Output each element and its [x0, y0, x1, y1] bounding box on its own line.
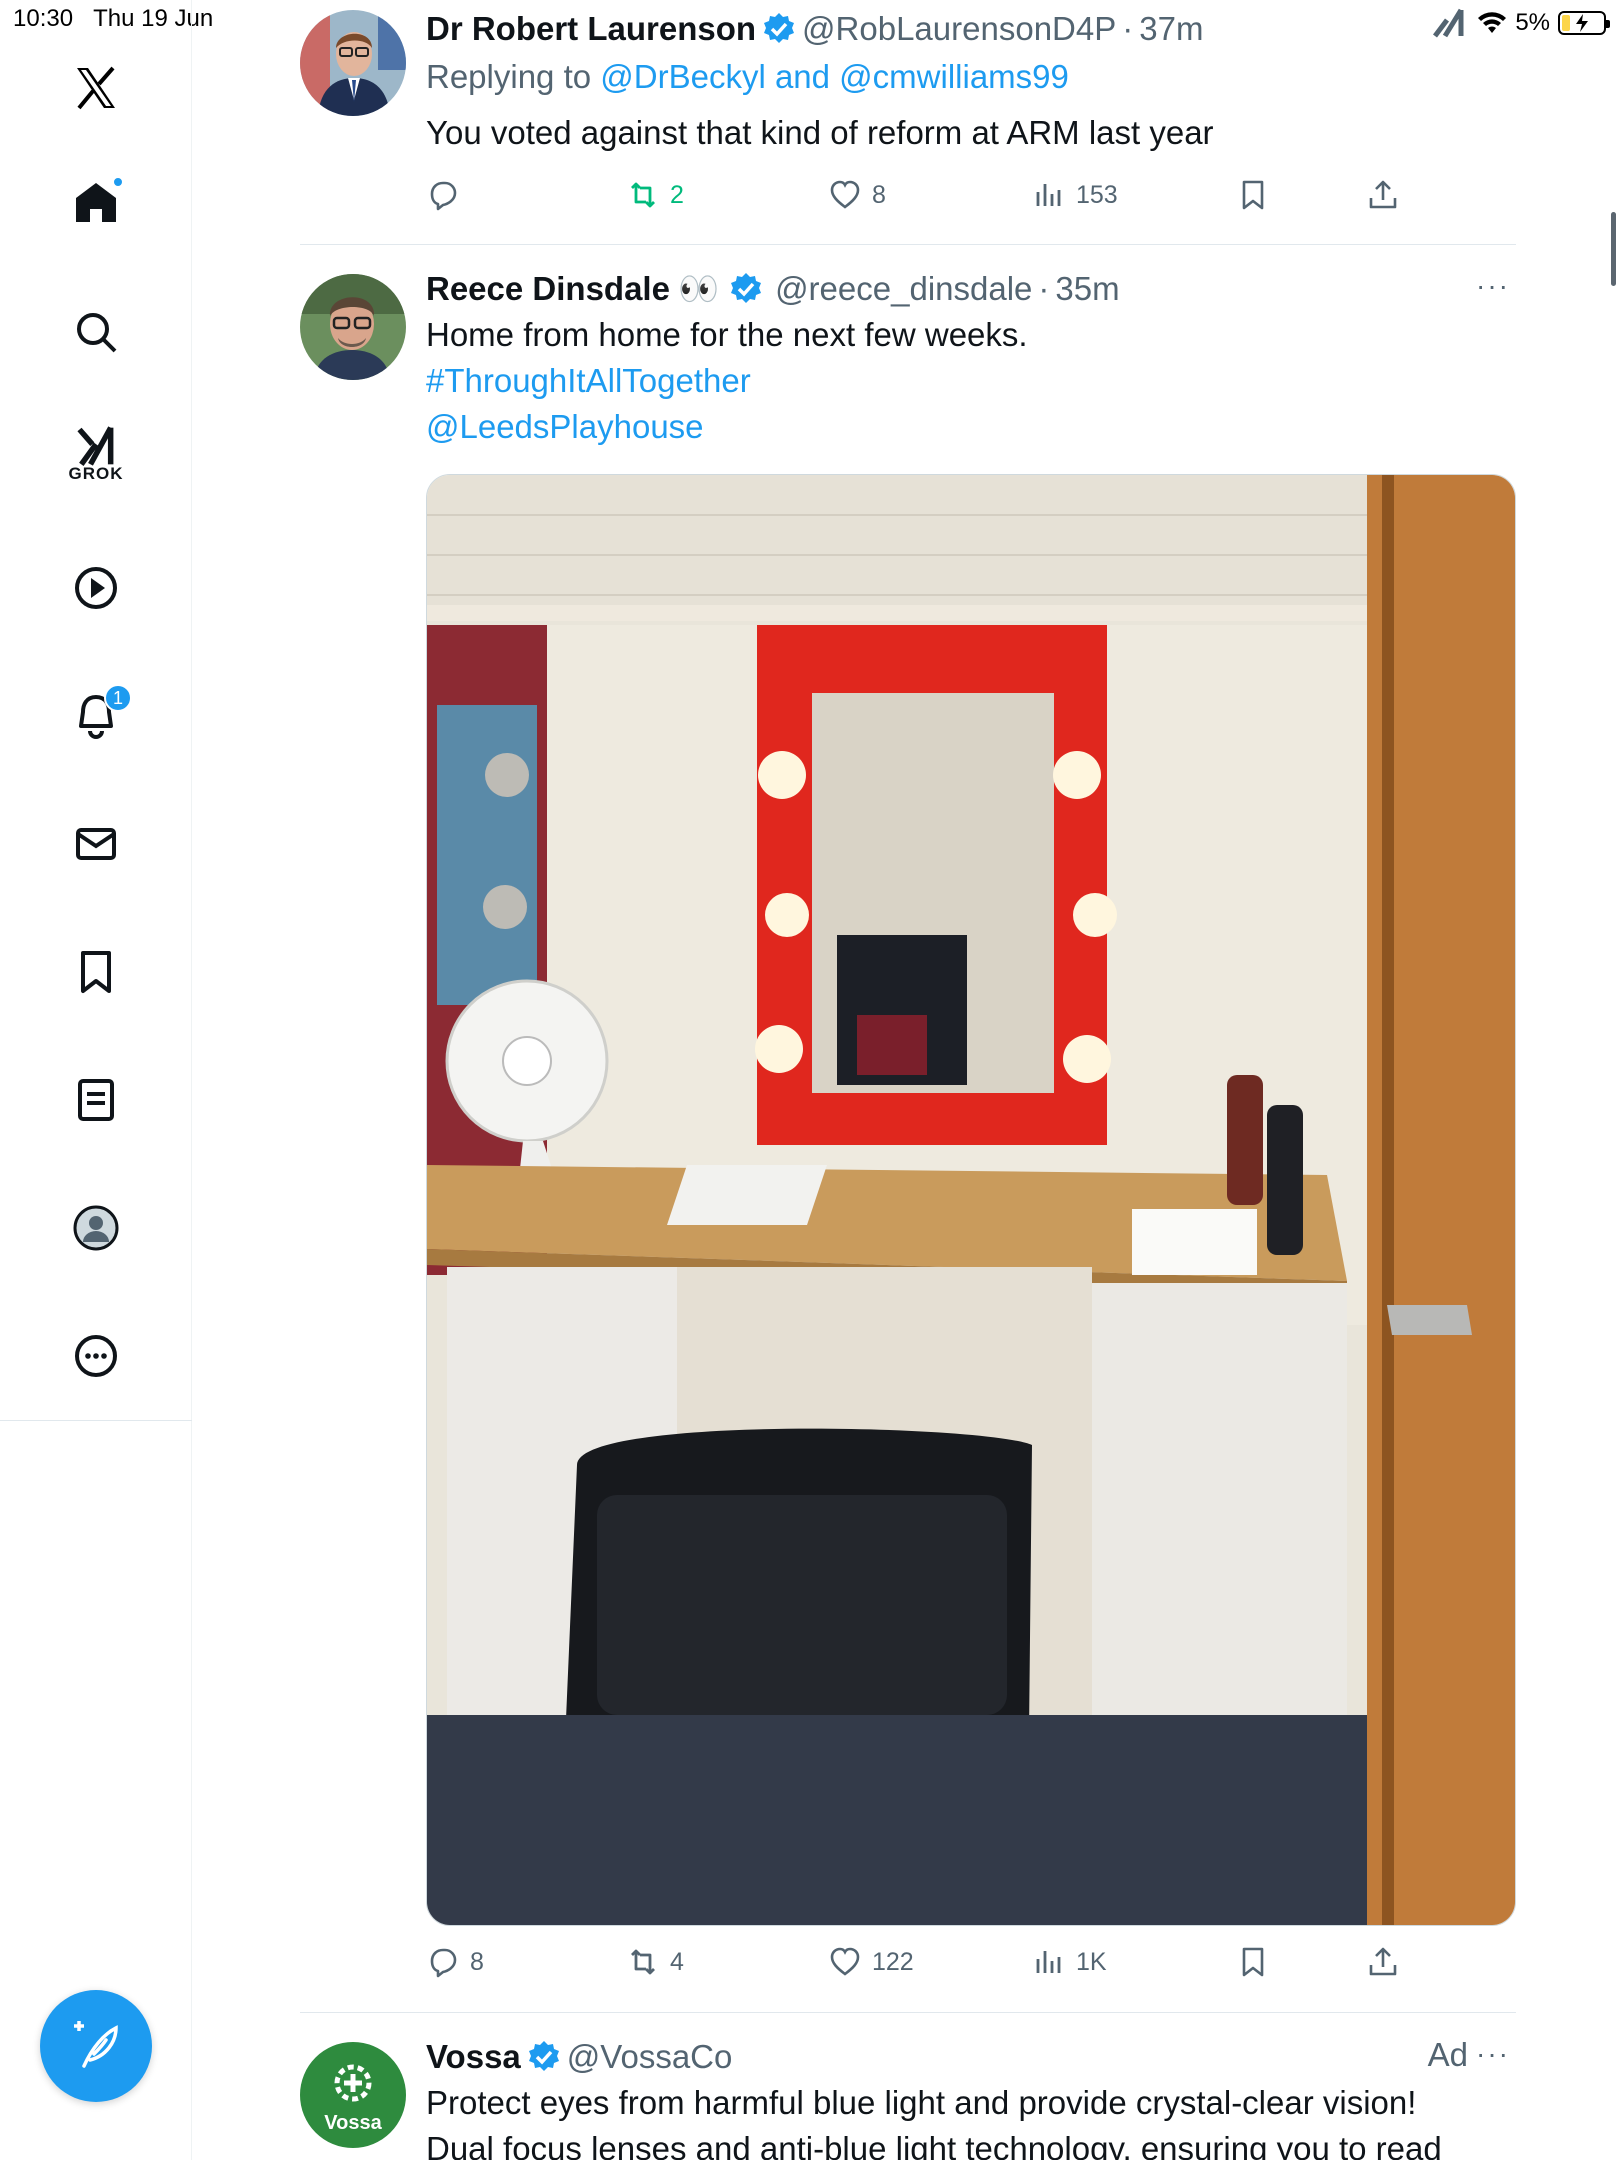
bookmark-button[interactable] [1236, 178, 1270, 212]
tweet-time[interactable]: 35m [1055, 268, 1119, 310]
x-logo[interactable] [56, 48, 136, 128]
reply-count: 8 [470, 1947, 484, 1976]
vossa-logo-icon [334, 2064, 372, 2101]
nav-bookmarks[interactable] [56, 932, 136, 1012]
author-handle[interactable]: @RobLaurensonD4P [802, 8, 1116, 50]
name-emoji: 👀 [677, 270, 720, 307]
verified-badge-icon [731, 273, 762, 303]
author-name[interactable]: Dr Robert Laurenson [426, 8, 756, 50]
share-button[interactable] [1366, 178, 1400, 212]
sidebar-nav: GROK 1 [0, 0, 192, 2160]
ad-label: Ad [1427, 2036, 1468, 2073]
tweet-text: You voted against that kind of reform at… [426, 114, 1214, 151]
author-handle[interactable]: @reece_dinsdale [775, 268, 1032, 310]
avatar[interactable] [300, 10, 406, 116]
bookmark-icon [1242, 180, 1264, 210]
nav-home[interactable] [56, 162, 136, 242]
like-button[interactable]: 8 [828, 178, 886, 212]
tweet-time[interactable]: 37m [1139, 8, 1203, 50]
nav-videos[interactable] [56, 548, 136, 628]
share-icon [1369, 180, 1397, 209]
home-unread-dot [112, 176, 124, 188]
grok-icon [77, 426, 114, 466]
nav-grok[interactable]: GROK [56, 414, 136, 494]
grok-label: GROK [68, 464, 124, 483]
reply-icon [430, 1948, 457, 1978]
mention-link[interactable]: @LeedsPlayhouse [426, 404, 1516, 450]
views-button[interactable]: 153 [1032, 178, 1118, 212]
like-count: 122 [872, 1947, 914, 1976]
nav-more[interactable] [56, 1316, 136, 1396]
views-icon [1036, 184, 1061, 206]
bookmark-icon [1242, 1947, 1264, 1977]
hashtag-link[interactable]: #ThroughItAllTogether [426, 358, 1516, 404]
author-handle[interactable]: @VossaCo [567, 2036, 733, 2078]
replying-to-handles[interactable]: @DrBeckyl and @cmwilliams99 [600, 58, 1069, 95]
bookmark-icon [81, 951, 111, 993]
retweet-button[interactable]: 4 [626, 1945, 684, 1979]
reply-button[interactable] [426, 178, 460, 212]
vossa-logo-text: Vossa [324, 2111, 382, 2134]
tweet-text-line-2: Dual focus lenses and anti-blue light te… [426, 2130, 1442, 2160]
compose-feather-icon [74, 2021, 118, 2068]
nav-notifications[interactable]: 1 [56, 676, 136, 756]
share-icon [1369, 1947, 1397, 1976]
profile-icon [73, 1205, 119, 1251]
more-options-button[interactable]: ··· [1476, 2038, 1510, 2070]
tweet-divider [300, 244, 1516, 245]
author-name[interactable]: Vossa [426, 2036, 521, 2078]
retweet-count: 4 [670, 1947, 684, 1976]
more-options-button[interactable]: ··· [1476, 270, 1510, 302]
views-icon [1036, 1951, 1061, 1973]
tweet-text: Home from home for the next few weeks. [426, 316, 1028, 353]
play-circle-icon [75, 567, 117, 609]
retweet-icon [631, 1949, 655, 1975]
like-button[interactable]: 122 [828, 1945, 914, 1979]
tweet-text-line-1: Protect eyes from harmful blue light and… [426, 2084, 1417, 2121]
views-button[interactable]: 1K [1032, 1945, 1107, 1979]
retweet-count: 2 [670, 180, 684, 209]
battery-percent: 5% [1515, 9, 1550, 36]
notifications-badge: 1 [104, 684, 132, 712]
bookmark-button[interactable] [1236, 1945, 1270, 1979]
compose-button[interactable] [40, 1990, 152, 2102]
heart-icon [830, 180, 860, 209]
tweet-actions: 2 8 153 [426, 170, 1516, 220]
nav-lists[interactable] [56, 1060, 136, 1140]
views-count: 153 [1076, 180, 1118, 209]
share-button[interactable] [1366, 1945, 1400, 1979]
avatar[interactable]: Vossa [300, 2042, 406, 2148]
scrollbar[interactable] [1611, 212, 1616, 286]
tweet-actions: 8 4 122 1K [426, 1937, 1516, 1987]
heart-icon [830, 1947, 860, 1976]
retweet-icon [631, 182, 655, 208]
x-logo-icon [77, 66, 115, 110]
like-count: 8 [872, 180, 886, 209]
reply-icon [430, 181, 457, 211]
avatar[interactable] [300, 274, 406, 380]
list-icon [78, 1079, 114, 1121]
mail-icon [76, 828, 116, 860]
retweet-button[interactable]: 2 [626, 178, 684, 212]
verified-badge-icon [764, 13, 795, 43]
verified-badge-icon [528, 2041, 559, 2071]
nav-search[interactable] [56, 292, 136, 372]
search-icon [77, 313, 117, 353]
sidebar-divider [0, 1420, 192, 1421]
replying-to: Replying to @DrBeckyl and @cmwilliams99 [426, 58, 1069, 95]
reply-button[interactable]: 8 [426, 1945, 484, 1979]
battery-icon [1558, 11, 1610, 35]
nav-messages[interactable] [56, 804, 136, 884]
tweet-divider [300, 2012, 1516, 2013]
tweet-photo[interactable] [426, 474, 1516, 1926]
more-circle-icon [75, 1335, 117, 1377]
nav-profile[interactable] [56, 1188, 136, 1268]
views-count: 1K [1076, 1947, 1107, 1976]
author-name[interactable]: Reece Dinsdale [426, 268, 670, 310]
